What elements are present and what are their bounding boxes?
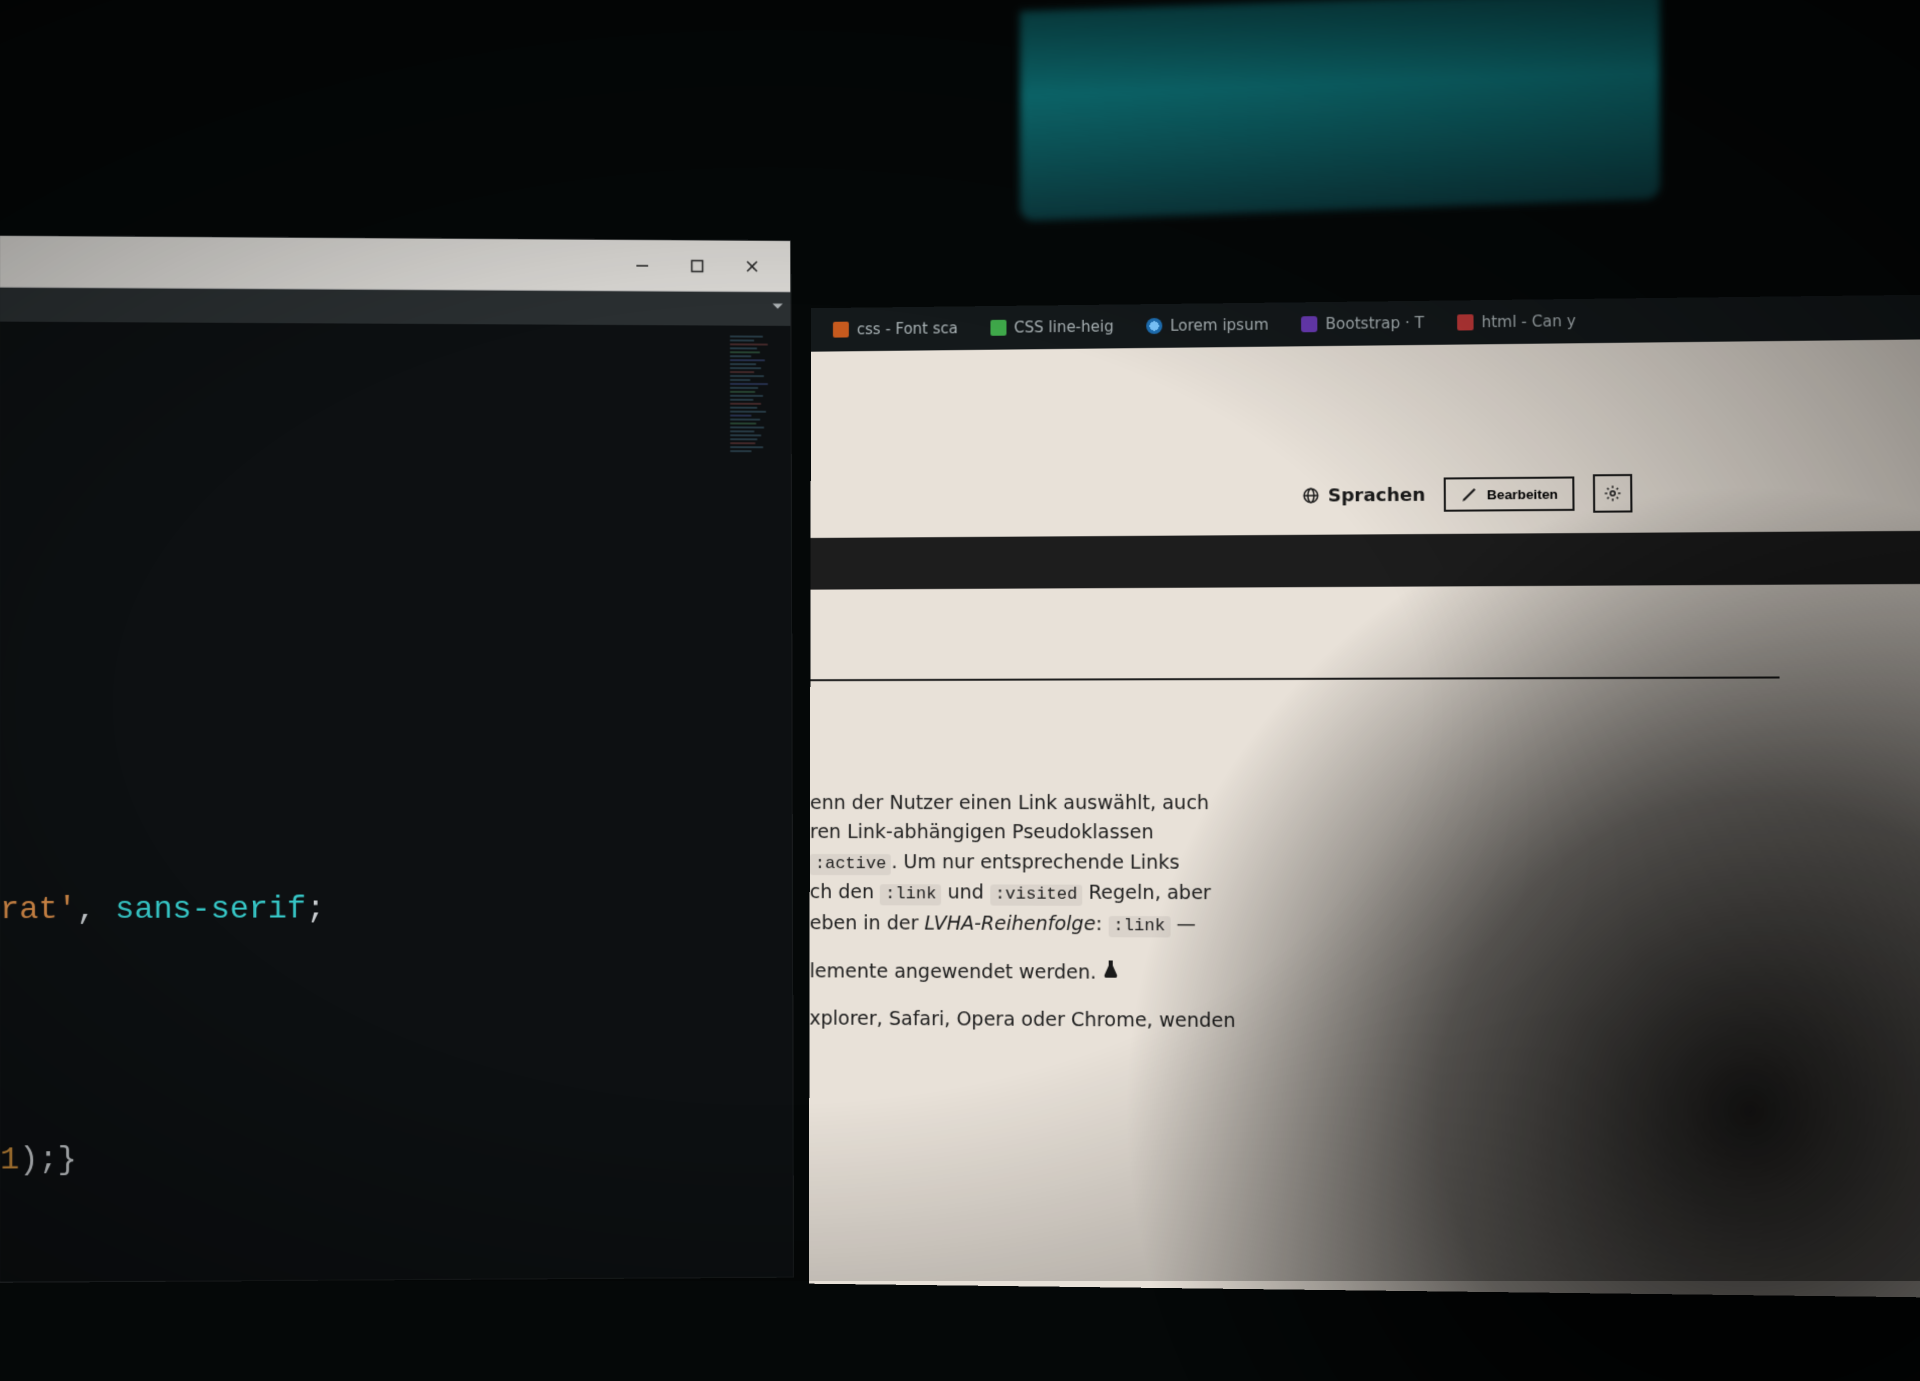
- flask-icon: [1103, 958, 1119, 978]
- minimize-button[interactable]: [631, 254, 653, 276]
- article-text: :: [1096, 913, 1109, 935]
- article-text: und: [941, 882, 990, 904]
- browser-window: css - Font sca CSS line-heig Lorem ipsum…: [809, 295, 1920, 1298]
- lorem-ipsum-icon: [1146, 318, 1162, 334]
- article-body: enn der Nutzer einen Link auswählt, auch…: [809, 789, 1336, 1056]
- code-inline: :link: [1108, 916, 1170, 937]
- article-text: Regeln, aber: [1082, 882, 1210, 905]
- article-text: xplorer, Safari, Opera oder Chrome, wend…: [809, 1008, 1235, 1033]
- browser-tab[interactable]: CSS line-heig: [976, 311, 1128, 343]
- divider: [810, 676, 1779, 681]
- settings-button[interactable]: [1593, 474, 1633, 513]
- article-text: —: [1170, 913, 1196, 935]
- languages-label: Sprachen: [1328, 484, 1426, 506]
- article-actions: Sprachen Bearbeiten: [1301, 474, 1632, 515]
- article-text: lemente angewendet werden.: [810, 960, 1097, 983]
- code-token-punct: );}: [19, 1141, 77, 1178]
- edit-label: Bearbeiten: [1487, 486, 1558, 502]
- globe-icon: [1301, 486, 1319, 504]
- article-text: ren Link-abhängigen Pseudoklassen: [810, 821, 1154, 843]
- ambient-glow: [1020, 0, 1660, 221]
- page-content: Sprachen Bearbeiten enn der Nutzer einen…: [809, 339, 1920, 1297]
- article-text: enn der Nutzer einen Link auswählt, auch: [810, 792, 1209, 814]
- article-emphasis: LVHA-Reihenfolge: [924, 912, 1095, 935]
- code-token-string: rat': [0, 891, 77, 928]
- languages-button[interactable]: Sprachen: [1301, 484, 1425, 506]
- minimap[interactable]: [730, 335, 786, 632]
- tab-overflow-button[interactable]: [771, 298, 785, 317]
- window-titlebar: [0, 236, 790, 292]
- w3schools-icon: [990, 320, 1006, 336]
- browser-tab[interactable]: css - Font sca: [819, 313, 972, 344]
- article-text: eben in der: [810, 912, 925, 934]
- bootstrap-icon: [1301, 316, 1317, 332]
- editor-tabbar: [0, 288, 790, 326]
- code-inline: :active: [810, 854, 892, 875]
- maximize-button[interactable]: [686, 255, 708, 277]
- code-inline: :visited: [990, 885, 1083, 906]
- browser-tab[interactable]: Bootstrap · T: [1287, 308, 1439, 340]
- close-button[interactable]: [741, 255, 763, 277]
- code-line: rat', sans-serif;: [0, 891, 325, 929]
- stackoverflow-icon: [833, 322, 849, 338]
- article-text: ch den: [810, 881, 880, 903]
- editor-body[interactable]: rat', sans-serif; 1);}: [0, 322, 793, 1282]
- tab-label: Bootstrap · T: [1326, 314, 1425, 333]
- code-editor-window: rat', sans-serif; 1);}: [0, 236, 793, 1282]
- pencil-icon: [1460, 485, 1479, 503]
- edit-button[interactable]: Bearbeiten: [1444, 476, 1575, 511]
- tab-label: html - Can y: [1481, 312, 1576, 331]
- article-text: . Um nur entsprechende Links: [891, 851, 1179, 874]
- code-token-punct: ;: [306, 891, 325, 928]
- header-band: [810, 531, 1920, 590]
- browser-tab[interactable]: Lorem ipsum: [1132, 310, 1283, 342]
- code-line: 1);}: [0, 1141, 77, 1178]
- tab-label: css - Font sca: [857, 319, 958, 338]
- code-token-keyword: sans-serif: [115, 891, 306, 928]
- code-token-punct: ,: [77, 891, 115, 928]
- tab-label: Lorem ipsum: [1170, 316, 1269, 335]
- tab-label: CSS line-heig: [1014, 318, 1114, 337]
- code-inline: :link: [880, 884, 941, 905]
- code-token-number: 1: [0, 1141, 19, 1178]
- browser-tab[interactable]: html - Can y: [1442, 306, 1590, 338]
- site-icon: [1457, 314, 1473, 330]
- gear-icon: [1603, 484, 1622, 502]
